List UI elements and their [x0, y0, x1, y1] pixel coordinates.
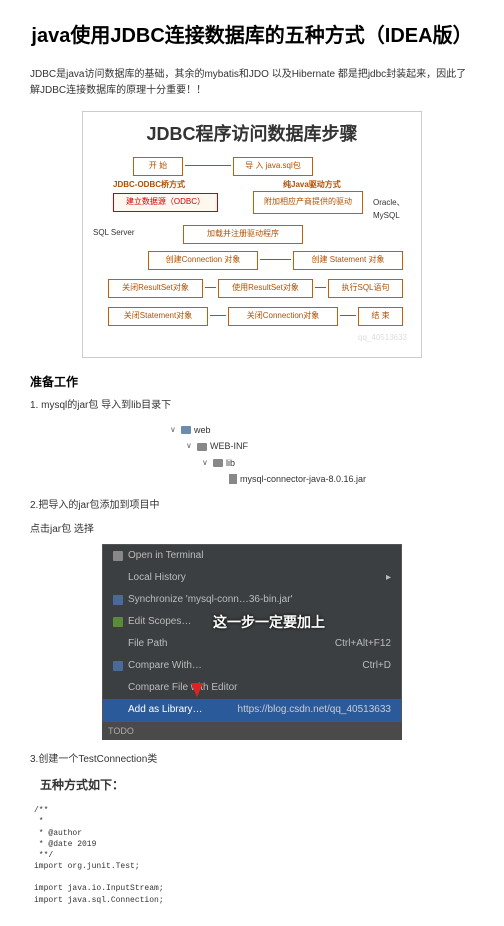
ctx-label: Compare File with Editor: [128, 680, 237, 696]
tree-label: web: [194, 423, 211, 437]
shortcut: Ctrl+D: [362, 658, 391, 674]
arrow: [210, 315, 226, 316]
box-close-stmt: 关闭Statement对象: [108, 307, 208, 326]
hdr-java: 纯Java驱动方式: [283, 179, 341, 192]
tree-web: ∨ web: [170, 422, 474, 438]
chevron-down-icon: ∨: [170, 424, 178, 437]
ctx-file-path[interactable]: File Path Ctrl+Alt+F12: [103, 633, 401, 655]
file-tree: ∨web ∨WEB-INF ∨lib mysql-connector-java-…: [170, 422, 474, 488]
terminal-icon: [113, 551, 123, 561]
box-exec: 执行SQL语句: [328, 279, 403, 298]
ctx-synchronize[interactable]: Synchronize 'mysql-conn…36-bin.jar': [103, 589, 401, 611]
ctx-label: Synchronize 'mysql-conn…36-bin.jar': [128, 592, 292, 608]
step-2-sub: 点击jar包 选择: [30, 522, 474, 538]
folder-icon: [213, 459, 223, 467]
watermark: qq_40513633: [358, 332, 407, 345]
tree-label: WEB-INF: [210, 439, 248, 453]
tree-label: mysql-connector-java-8.0.16.jar: [240, 472, 366, 486]
box-driver-jar: 附加相应产商提供的驱动: [253, 191, 363, 214]
sync-icon: [113, 595, 123, 605]
hdr-odbc: JDBC-ODBC桥方式: [113, 179, 185, 192]
ctx-compare-with[interactable]: Compare With… Ctrl+D: [103, 655, 401, 677]
label-oracle: Oracle、MySQL: [373, 197, 411, 223]
edit-icon: [113, 617, 123, 627]
arrow: [340, 315, 356, 316]
step-3: 3.创建一个TestConnection类: [30, 752, 474, 768]
ctx-local-history[interactable]: Local History ▸: [103, 567, 401, 589]
box-close-conn: 关闭Connection对象: [228, 307, 338, 326]
box-import: 导 入 java.sql包: [233, 157, 313, 176]
context-menu-screenshot: Open in Terminal Local History ▸ Synchron…: [102, 544, 402, 740]
code-block: /** * * @author * @date 2019 **/ import …: [34, 805, 474, 906]
page-title: java使用JDBC连接数据库的五种方式（IDEA版）: [30, 20, 474, 52]
folder-icon: [197, 443, 207, 451]
box-odbc-ds: 建立数据源（ODBC）: [113, 193, 218, 212]
section-prepare: 准备工作: [30, 373, 474, 392]
tree-webinf: ∨ WEB-INF: [186, 438, 474, 454]
chevron-down-icon: ∨: [186, 440, 194, 453]
box-conn: 创建Connection 对象: [148, 251, 258, 270]
chevron-right-icon: ▸: [386, 570, 391, 586]
footer-todo: TODO: [108, 724, 134, 738]
box-load: 加载并注册驱动程序: [183, 225, 303, 244]
ctx-label: File Path: [128, 636, 167, 652]
intro-text: JDBC是java访问数据库的基础，其余的mybatis和JDO 以及Hiber…: [30, 67, 474, 99]
ctx-open-terminal[interactable]: Open in Terminal: [103, 545, 401, 567]
ctx-edit-scope[interactable]: Edit Scopes… 这一步一定要加上: [103, 611, 401, 633]
box-end: 结 束: [358, 307, 403, 326]
red-arrow-icon: [191, 683, 203, 697]
ide-footer: TODO: [102, 722, 402, 740]
jar-icon: [229, 474, 237, 484]
label-sqlserver: SQL Server: [93, 227, 135, 240]
chevron-down-icon: ∨: [202, 457, 210, 470]
box-stmt: 创建 Statement 对象: [293, 251, 403, 270]
ctx-label: Local History: [128, 570, 186, 586]
ctx-add-library[interactable]: Add as Library… https://blog.csdn.net/qq…: [103, 699, 401, 721]
ctx-label: Edit Scopes…: [128, 614, 191, 630]
arrow: [315, 287, 326, 288]
box-start: 开 始: [133, 157, 183, 176]
flowchart: 开 始 导 入 java.sql包 JDBC-ODBC桥方式 纯Java驱动方式…: [93, 157, 411, 347]
folder-icon: [181, 426, 191, 434]
step-1: 1. mysql的jar包 导入到lib目录下: [30, 398, 474, 414]
ctx-label: Add as Library…: [128, 702, 202, 718]
context-menu: Open in Terminal Local History ▸ Synchron…: [102, 544, 402, 722]
box-use-rs: 使用ResultSet对象: [218, 279, 313, 298]
shortcut: Ctrl+Alt+F12: [335, 636, 391, 652]
box-close-rs: 关闭ResultSet对象: [108, 279, 203, 298]
tree-lib: ∨ lib: [202, 455, 474, 471]
arrow: [205, 287, 216, 288]
arrow: [260, 259, 291, 260]
diagram-title: JDBC程序访问数据库步骤: [93, 120, 411, 149]
arrow: [185, 165, 231, 166]
five-ways-heading: 五种方式如下：: [40, 776, 474, 795]
tree-jar: mysql-connector-java-8.0.16.jar: [218, 471, 474, 487]
compare-icon: [113, 661, 123, 671]
tree-label: lib: [226, 456, 235, 470]
ctx-label: Open in Terminal: [128, 548, 203, 564]
annotation-overlay: 这一步一定要加上: [213, 611, 325, 633]
ctx-label: Compare With…: [128, 658, 202, 674]
watermark-url: https://blog.csdn.net/qq_40513633: [238, 702, 391, 718]
jdbc-diagram: JDBC程序访问数据库步骤 开 始 导 入 java.sql包 JDBC-ODB…: [82, 111, 422, 358]
ctx-compare-editor[interactable]: Compare File with Editor: [103, 677, 401, 699]
step-2: 2.把导入的jar包添加到项目中: [30, 498, 474, 514]
